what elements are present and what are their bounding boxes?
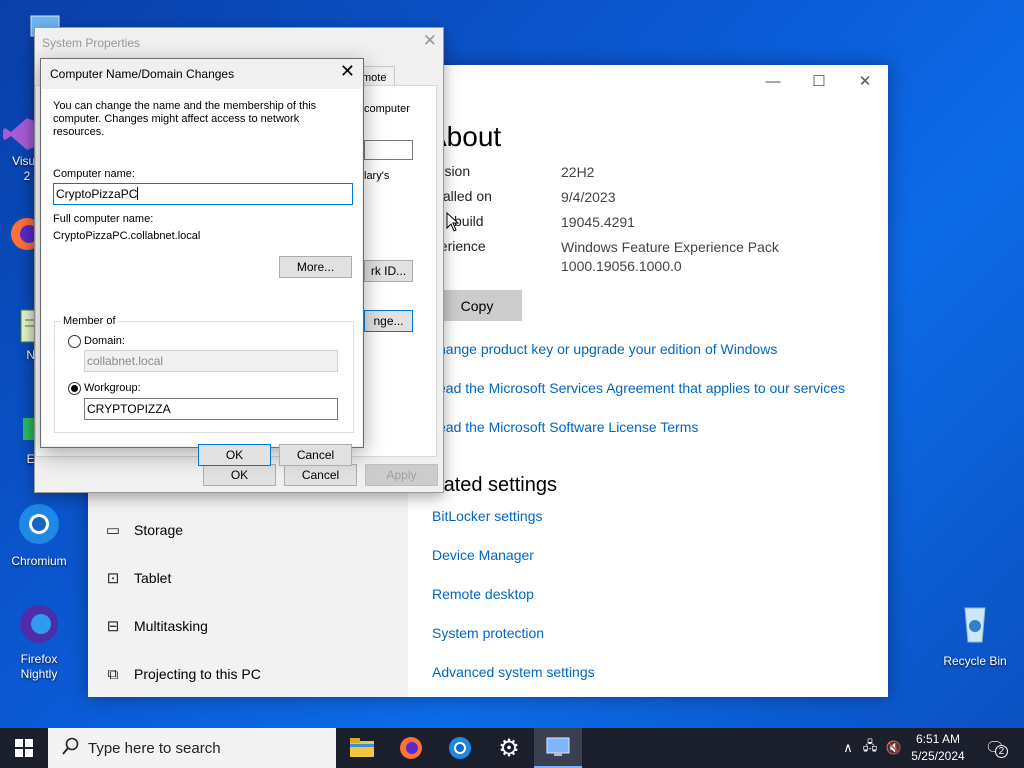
nav-item-label: Multitasking [134,618,208,634]
settings-caption-buttons: — ☐ ✕ [750,65,888,97]
computer-name-value: CryptoPizzaPC [56,187,138,201]
desktop-icon-label: Chromium [11,554,67,568]
chromium-icon [17,502,61,546]
spec-value-version: 22H2 [561,164,595,180]
panel-field-partial [364,140,413,160]
link-bitlocker[interactable]: BitLocker settings [432,508,543,524]
panel-text-ary: lary's [364,170,390,182]
taskbar-clock[interactable]: 6:51 AM 5/25/2024 [905,731,971,765]
spec-value-build: 19045.4291 [561,214,635,230]
window-title: System Properties [42,36,141,50]
panel-text-computer: computer [364,103,410,115]
minimize-icon[interactable]: — [750,65,796,97]
system-properties-icon [546,737,570,756]
apply-button[interactable]: Apply [365,464,438,486]
domain-label: Domain: [84,335,125,347]
full-name-value: CryptoPizzaPC.collabnet.local [53,230,201,242]
clock-time: 6:51 AM [915,732,961,746]
link-device-manager[interactable]: Device Manager [432,547,534,563]
computer-name-dialog: Computer Name/Domain Changes ✕ You can c… [40,58,364,466]
spec-value-installed: 9/4/2023 [561,189,616,205]
taskbar-firefox[interactable] [387,728,435,768]
windows-icon [15,739,33,757]
dialog-description: You can change the name and the membersh… [53,100,317,138]
desktop-icon-chromium[interactable]: Chromium [4,502,74,569]
taskbar-file-explorer[interactable] [338,728,386,768]
taskbar: Type here to search ⚙ ∧ 🖧 🔇 6:51 AM 5/25… [0,728,1024,768]
network-id-button[interactable]: rk ID... [364,260,413,282]
link-advanced-system-settings[interactable]: Advanced system settings [432,664,595,680]
link-services-agreement[interactable]: ead the Microsoft Services Agreement tha… [438,380,845,396]
tab-remote[interactable]: mote [359,66,395,86]
link-remote-desktop[interactable]: Remote desktop [432,586,534,602]
taskbar-search-box[interactable]: Type here to search [48,728,336,768]
full-name-label: Full computer name: [53,213,154,225]
close-icon[interactable]: ✕ [423,31,437,51]
notification-icon: 🗨2 [985,738,1008,758]
ok-button[interactable]: OK [203,464,276,486]
change-button[interactable]: nge... [364,310,413,332]
workgroup-radio[interactable] [68,382,81,395]
dialog-title: Computer Name/Domain Changes [50,67,235,81]
nav-item-label: Projecting to this PC [134,666,261,682]
cancel-button[interactable]: Cancel [284,464,357,486]
system-tray: ∧ 🖧 🔇 [838,728,906,768]
related-settings-heading: elated settings [428,474,557,496]
nav-item-multitasking[interactable]: ⊟ Multitasking [102,611,392,641]
search-icon [62,737,80,759]
desktop-icon-label: Recycle Bin [943,654,1007,668]
recycle-bin-icon [953,600,997,644]
search-placeholder: Type here to search [88,739,221,757]
close-icon[interactable]: ✕ [842,65,888,97]
network-icon[interactable]: 🖧 [858,737,882,759]
notification-center[interactable]: 🗨2 [980,728,1010,768]
projecting-icon: ⧉ [107,665,119,683]
maximize-icon[interactable]: ☐ [796,65,842,97]
nav-item-tablet[interactable]: ⊡ Tablet [102,563,392,593]
mouse-pointer-icon [446,211,460,237]
link-license-terms[interactable]: ead the Microsoft Software License Terms [438,419,698,435]
start-button[interactable] [0,728,48,768]
taskbar-chromium[interactable] [436,728,484,768]
domain-input[interactable]: collabnet.local [84,350,338,372]
nav-item-projecting[interactable]: ⧉ Projecting to this PC [102,659,392,689]
tablet-icon: ⊡ [106,570,120,587]
link-system-protection[interactable]: System protection [432,625,544,641]
storage-icon: ▭ [105,522,121,539]
volume-muted-icon[interactable]: 🔇 [882,740,906,756]
link-change-product-key[interactable]: hange product key or upgrade your editio… [438,341,777,357]
taskbar-settings[interactable]: ⚙ [485,728,533,768]
multitasking-icon: ⊟ [106,618,120,635]
computer-name-input[interactable]: CryptoPizzaPC [53,183,353,205]
workgroup-input[interactable]: CRYPTOPIZZA [84,398,338,420]
nav-item-label: Storage [134,522,184,538]
nav-item-label: Tablet [134,570,172,586]
close-icon[interactable]: ✕ [340,61,355,82]
desktop-icon-recycle-bin[interactable]: Recycle Bin [940,600,1010,669]
chevron-up-icon[interactable]: ∧ [838,740,858,756]
workgroup-label: Workgroup: [84,382,141,394]
more-button[interactable]: More... [279,256,352,278]
taskbar-system-properties[interactable] [534,728,582,768]
text-cursor [137,187,139,200]
gear-icon: ⚙ [498,734,520,762]
notification-count-badge: 2 [994,745,1008,758]
chromium-icon [449,737,471,759]
clock-date: 5/25/2024 [911,749,965,763]
dialog-ok-button[interactable]: OK [198,444,271,466]
desktop-icon-firefox-nightly[interactable]: Firefox Nightly [4,602,74,682]
firefox-nightly-icon [17,602,61,646]
dialog-cancel-button[interactable]: Cancel [279,444,352,466]
spec-value-experience: Windows Feature Experience Pack 1000.190… [561,239,779,274]
member-of-label: Member of [61,315,118,328]
copy-button[interactable]: Copy [432,290,522,321]
dialog-body: You can change the name and the membersh… [42,89,362,466]
firefox-icon [400,737,422,759]
computer-name-label: Computer name: [53,168,135,180]
desktop-icon-label: Firefox Nightly [20,652,58,681]
nav-item-storage[interactable]: ▭ Storage [102,515,392,545]
folder-icon [350,738,374,757]
domain-radio[interactable] [68,335,81,348]
